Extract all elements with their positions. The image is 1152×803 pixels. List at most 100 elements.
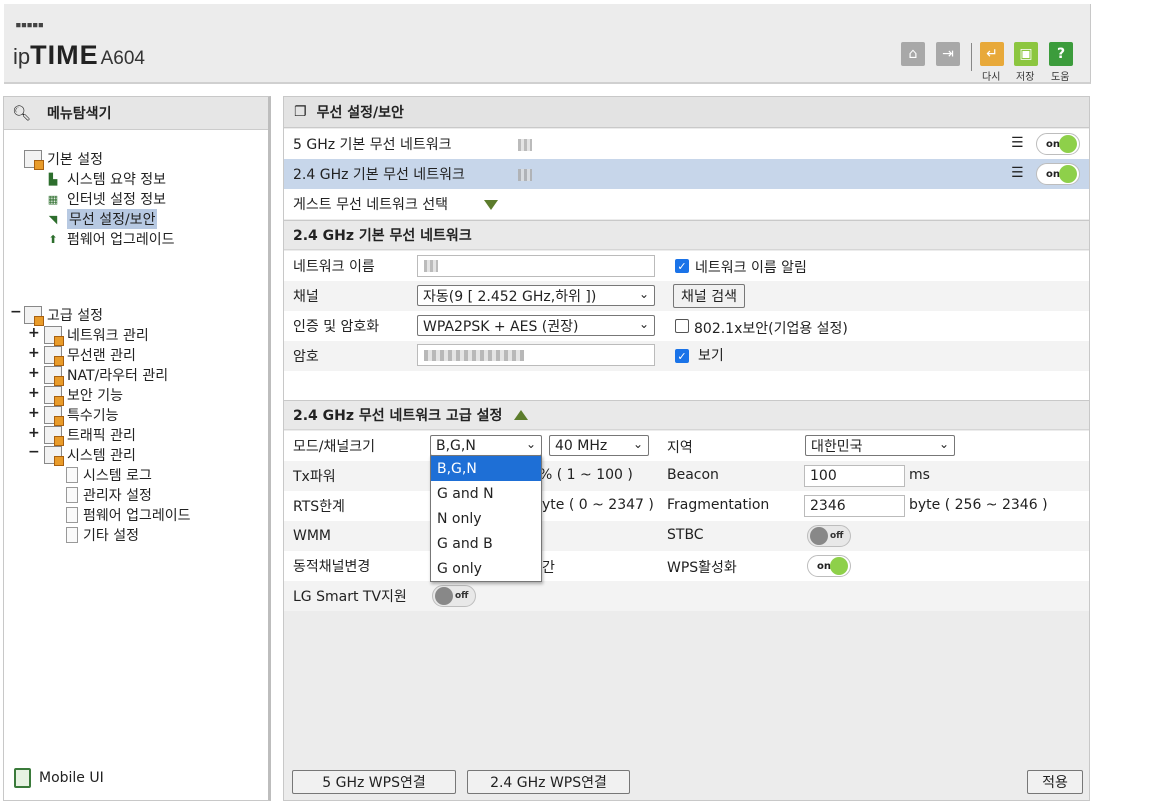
wps-5ghz-button[interactable]: 5 GHz WPS연결 [292,770,456,794]
tree-item-wlan[interactable]: 무선랜 관리 [44,345,136,366]
collapse-triangle-icon[interactable] [514,410,529,420]
collapse-icon[interactable]: − [28,444,40,460]
basic-section-header: 2.4 GHz 기본 무선 네트워크 [284,220,1089,250]
password-input[interactable] [417,344,655,366]
header-divider [971,43,972,71]
network-24ghz-toggle[interactable]: on [1036,163,1080,185]
tree-advanced-settings[interactable]: 고급 설정 [24,305,103,326]
tree-item-nat[interactable]: NAT/라우터 관리 [44,365,169,386]
tree-item-admin[interactable]: 관리자 설정 [66,485,152,505]
tree-item-label: 네트워크 관리 [67,328,149,344]
tx-range: % ( 1 ~ 100 ) [539,467,633,483]
filter-lock-icon[interactable]: ☰ [1011,165,1024,181]
tree-item-label: 보안 기능 [67,388,123,404]
mode-option-g-and-b[interactable]: G and B [431,531,541,556]
tree-item-system-summary[interactable]: ▙ 시스템 요약 정보 [44,169,166,189]
traffic-folder-icon [44,426,64,446]
tree-item-other[interactable]: 기타 설정 [66,525,139,545]
network-label: 2.4 GHz 기본 무선 네트워크 [293,167,465,183]
mode-option-n-only[interactable]: N only [431,506,541,531]
wps-24ghz-button[interactable]: 2.4 GHz WPS연결 [467,770,630,794]
main-panel: ❐ 무선 설정/보안 5 GHz 기본 무선 네트워크 ☰ on 2.4 GHz… [283,96,1090,801]
expand-icon[interactable]: + [28,365,40,381]
tree-item-firmware[interactable]: ⬆ 펌웨어 업그레이드 [44,229,174,249]
rts-row: RTS한계 yte ( 0 ~ 2347 ) Fragmentation 234… [284,491,1089,521]
tree-basic-settings[interactable]: 기본 설정 [24,149,103,170]
mobile-ui-link[interactable]: Mobile UI [14,768,104,788]
collapse-icon[interactable]: − [10,304,22,320]
stbc-toggle[interactable]: off [807,525,851,547]
header: ▪▪▪▪▪ ipTIME A604 ⌂ ⇥ ↵ 다시 ▣ 저장 ? 도움 [4,4,1091,84]
wps-toggle[interactable]: on [807,555,851,577]
channel-select[interactable]: 자동(9 [ 2.452 GHz,하위 ]) ⌄ [417,285,655,306]
auth-value: WPA2PSK + AES (권장) [423,318,579,335]
save-icon[interactable]: ▣ [1014,42,1038,66]
expand-icon[interactable]: + [28,385,40,401]
network-5ghz-toggle[interactable]: on [1036,133,1080,155]
channel-width-select[interactable]: 40 MHz ⌄ [549,435,649,456]
tree-item-network[interactable]: 네트워크 관리 [44,325,149,346]
beacon-input[interactable]: 100 [804,465,905,487]
search-icon: 🔍︎ [12,104,32,122]
save-label[interactable]: 저장 [1016,68,1034,83]
reload-label[interactable]: 다시 [982,68,1000,83]
fragmentation-label: Fragmentation [667,497,770,513]
expand-icon[interactable]: + [28,425,40,441]
lg-smart-tv-toggle[interactable]: off [432,585,476,607]
network-name-input[interactable] [417,255,655,277]
toggle-knob [830,557,848,575]
tree-item-internet-info[interactable]: ▦ 인터넷 설정 정보 [44,189,166,209]
tree-item-firmware-upgrade[interactable]: 펌웨어 업그레이드 [66,505,191,525]
mode-dropdown-list[interactable]: B,G,N G and N N only G and B G only [430,455,542,582]
apply-button[interactable]: 적용 [1027,770,1083,794]
mode-option-bgn[interactable]: B,G,N [431,456,541,481]
chevron-down-icon: ⌄ [632,437,643,451]
tree-item-traffic[interactable]: 트래픽 관리 [44,425,136,446]
region-select[interactable]: 대한민국 ⌄ [805,435,955,456]
logout-icon[interactable]: ⇥ [936,42,960,66]
mode-option-g-and-n[interactable]: G and N [431,481,541,506]
mode-option-g-only[interactable]: G only [431,556,541,581]
channel-search-button[interactable]: 채널 검색 [673,284,745,308]
tree-item-system-log[interactable]: 시스템 로그 [66,465,152,485]
filter-lock-icon[interactable]: ☰ [1011,135,1024,151]
reload-icon[interactable]: ↵ [980,42,1004,66]
tree-item-wireless-security[interactable]: ◥ 무선 설정/보안 [44,209,158,229]
network-label: 5 GHz 기본 무선 네트워크 [293,137,452,153]
network-row-5ghz[interactable]: 5 GHz 기본 무선 네트워크 ☰ on [284,129,1089,159]
spacer-row [284,371,1089,401]
mode-select[interactable]: B,G,N ⌄ [430,435,542,456]
help-icon[interactable]: ? [1049,42,1073,66]
network-row-24ghz[interactable]: 2.4 GHz 기본 무선 네트워크 ☰ on [284,159,1089,189]
tree-item-label: NAT/라우터 관리 [67,368,169,384]
channel-row: 채널 자동(9 [ 2.452 GHz,하위 ]) ⌄ 채널 검색 [284,281,1089,311]
broadcast-checkbox[interactable]: ✓ [675,259,689,273]
tree-item-special[interactable]: 특수기능 [44,405,119,426]
channel-value: 자동(9 [ 2.452 GHz,하위 ]) [423,288,597,305]
expand-icon[interactable]: + [28,345,40,361]
tree-item-label: 관리자 설정 [83,488,152,504]
chart-icon: ▙ [48,172,58,186]
tree-item-label: 펌웨어 업그레이드 [83,508,191,524]
tree-item-security[interactable]: 보안 기능 [44,385,123,406]
show-password-checkbox[interactable]: ✓ [675,349,689,363]
tree-item-system[interactable]: 시스템 관리 [44,445,136,466]
toggle-text: off [830,531,844,541]
wps-label: WPS활성화 [667,560,737,576]
expand-icon[interactable]: + [28,325,40,341]
advanced-section-header[interactable]: 2.4 GHz 무선 네트워크 고급 설정 [284,400,1089,430]
tx-power-row: Tx파워 % ( 1 ~ 100 ) Beacon 100 ms [284,461,1089,491]
guest-network-row[interactable]: 게스트 무선 네트워크 선택 [284,189,1089,219]
expand-triangle-icon[interactable] [484,200,498,210]
help-label[interactable]: 도움 [1051,68,1069,83]
fragmentation-input[interactable]: 2346 [804,495,905,517]
password-row: 암호 ✓ 보기 [284,341,1089,371]
auth-select[interactable]: WPA2PSK + AES (권장) ⌄ [417,315,655,336]
expand-icon[interactable]: + [28,405,40,421]
wireless-icon: ◥ [48,212,58,226]
logo-model: A604 [100,48,145,69]
rts-label: RTS한계 [293,499,345,515]
upgrade-icon: ⬆ [48,232,58,246]
home-icon[interactable]: ⌂ [901,42,925,66]
enterprise-checkbox[interactable] [675,319,689,333]
